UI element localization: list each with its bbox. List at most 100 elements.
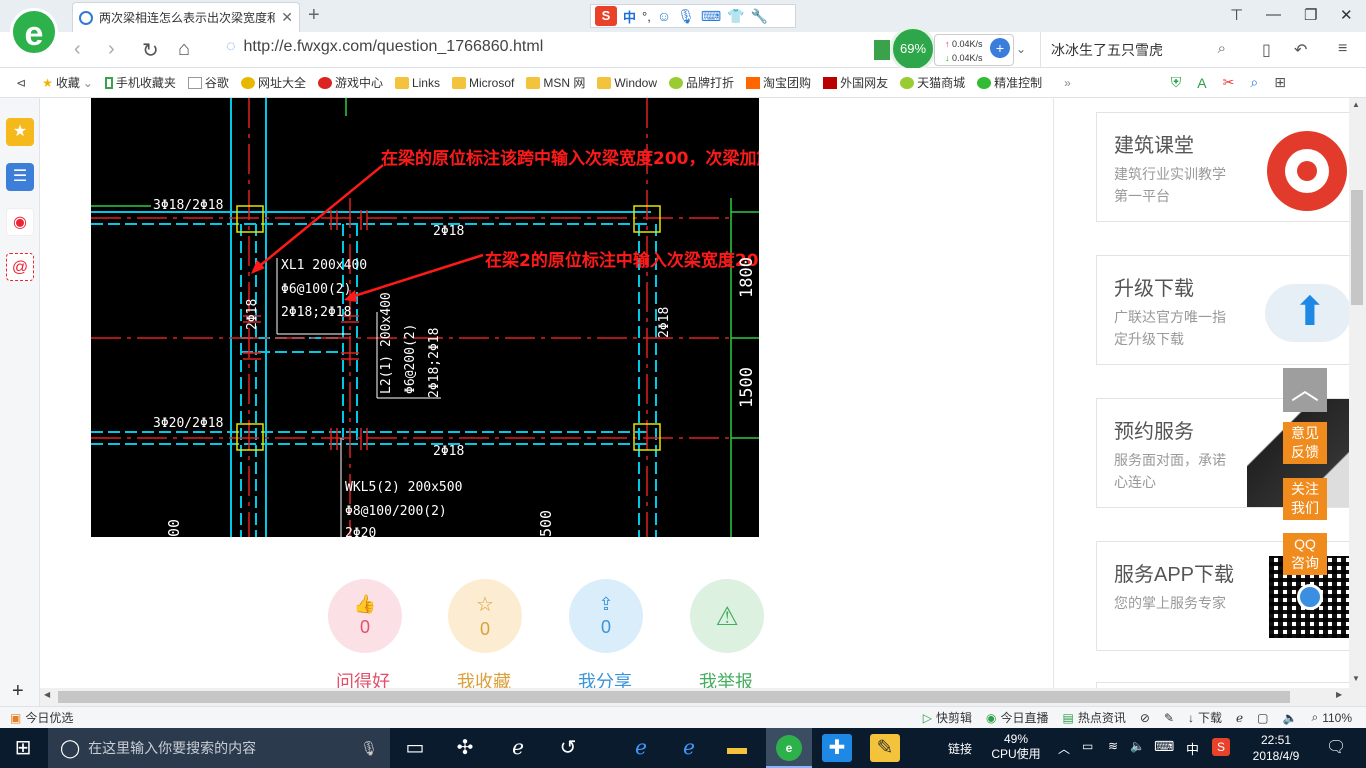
status-item[interactable]: ↓ 下载 [1188, 709, 1222, 726]
active-browser-task[interactable]: e [766, 728, 812, 768]
status-item[interactable]: ▷ 快剪辑 [923, 709, 972, 726]
volume-icon[interactable]: 🔈 [1283, 711, 1298, 725]
back-button[interactable]: ‹ [74, 38, 81, 61]
status-item[interactable]: ◉ 今日直播 [986, 709, 1049, 726]
emoji-icon[interactable]: ☺ [657, 8, 671, 24]
collapse-sidebar-icon[interactable]: ⊲ [16, 76, 26, 90]
wrench-icon[interactable]: 🔧 [751, 8, 768, 25]
pin-icon[interactable]: ⊤ [1230, 6, 1243, 24]
bookmark-item[interactable]: Microsof [451, 76, 514, 90]
favorites-star-icon[interactable]: ★ [6, 118, 34, 146]
links-toolbar[interactable]: 链接 [948, 740, 972, 757]
ie-compat-icon[interactable]: ℯ [1236, 711, 1243, 725]
network-speed-widget[interactable]: 69% ↑ 0.04K/s ↓ 0.04K/s + [890, 26, 1016, 72]
favorite-button[interactable]: ☆ 0 [448, 579, 522, 653]
taskbar-search-input[interactable]: ◯ 在这里输入你要搜索的内容 🎙 [48, 728, 390, 768]
compass-icon[interactable]: ⊘ [1140, 711, 1150, 725]
sogou-tray-icon[interactable]: S [1212, 738, 1230, 756]
vertical-scroll-thumb[interactable] [1351, 190, 1363, 305]
keyboard-icon[interactable]: ⌨ [1154, 738, 1174, 755]
zoom-level[interactable]: ⌕ 110% [1311, 710, 1352, 725]
scroll-left-arrow-icon[interactable]: ◀ [44, 690, 50, 699]
report-button[interactable]: ⚠ [690, 579, 764, 653]
browser-tab[interactable]: 两次梁相连怎么表示出次梁宽度和 ✕ [72, 2, 300, 32]
swirl-app-icon[interactable]: ↺ [553, 734, 583, 762]
shield-icon[interactable]: ⛨ [1171, 74, 1182, 91]
ie-icon[interactable]: ℯ [674, 734, 704, 762]
close-button[interactable]: ✕ [1340, 6, 1353, 24]
windows-start-icon[interactable]: ⊞ [8, 734, 38, 762]
ime-mode[interactable]: 中 [623, 7, 636, 26]
mail-icon[interactable]: @ [6, 253, 34, 281]
speed-percent[interactable]: 69% [890, 26, 936, 72]
notification-icon[interactable]: 🗨 [1326, 737, 1346, 757]
accelerate-plus-icon[interactable]: + [990, 38, 1010, 58]
add-sidebar-icon[interactable]: + [12, 680, 24, 703]
apps-grid-icon[interactable]: ⊞ [1274, 74, 1286, 91]
scroll-up-arrow-icon[interactable]: ▲ [1352, 100, 1360, 109]
bookmark-item[interactable]: 外国网友 [823, 74, 888, 91]
bookmark-item[interactable]: Window [597, 76, 657, 90]
close-tab-icon[interactable]: ✕ [281, 9, 293, 26]
feedback-button[interactable]: 意见反馈 [1283, 422, 1327, 464]
home-button[interactable]: ⌂ [178, 38, 190, 61]
pin-status-icon[interactable]: ✎ [1164, 711, 1174, 725]
bookmark-item[interactable]: 谷歌 [187, 74, 229, 91]
bookmark-favorites[interactable]: ★ 收藏 ⌄ [42, 74, 93, 91]
url-field[interactable]: ◌ http://e.fwxgx.com/question_1766860.ht… [226, 38, 543, 56]
browser-e-icon[interactable]: ℯ [503, 734, 533, 762]
browser-logo-icon[interactable]: e [10, 8, 58, 56]
keyboard-icon[interactable]: ⌨ [701, 8, 721, 25]
bookmark-item[interactable]: MSN 网 [526, 74, 585, 91]
back-to-top-icon[interactable]: ︿ [1283, 368, 1327, 412]
skin-icon[interactable]: 👕 [727, 8, 744, 25]
network-icon[interactable]: ▭ [1082, 739, 1093, 753]
horizontal-scroll-thumb[interactable] [58, 691, 1290, 703]
zoom-search-icon[interactable]: ⌕ [1250, 74, 1258, 91]
bookmark-item[interactable]: 天猫商城 [900, 74, 965, 91]
file-explorer-icon[interactable]: ▬ [722, 734, 752, 762]
translate-icon[interactable]: A [1197, 75, 1206, 91]
scroll-right-arrow-icon[interactable]: ▶ [1336, 690, 1342, 699]
notes-app-icon[interactable]: ✎ [870, 734, 900, 762]
edge-icon[interactable]: ℯ [626, 734, 656, 762]
ime-indicator[interactable]: 中 [1186, 739, 1199, 758]
status-item[interactable]: ▤ 热点资讯 [1063, 709, 1126, 726]
bookmark-item[interactable]: 品牌打折 [669, 74, 734, 91]
fan-app-icon[interactable]: ✣ [450, 734, 480, 762]
search-input[interactable]: 冰冰生了五只雪虎 ⌕ [1040, 32, 1240, 68]
card-building-class[interactable]: 建筑课堂 建筑行业实训教学第一平台 [1096, 112, 1356, 222]
undo-icon[interactable]: ↶ [1294, 40, 1307, 60]
app-blue-icon[interactable]: ✚ [822, 734, 852, 762]
more-bookmarks-icon[interactable]: » [1064, 76, 1071, 90]
ime-toolbar[interactable]: S 中 °, ☺ 🎙 ⌨ 👕 🔧 [590, 4, 796, 28]
wifi-icon[interactable]: ≋ [1108, 739, 1118, 753]
qq-consult-button[interactable]: QQ咨询 [1283, 533, 1327, 575]
task-view-icon[interactable]: ▭ [400, 734, 430, 762]
share-button[interactable]: ⇪ 0 [569, 579, 643, 653]
scissors-icon[interactable]: ✂ [1223, 74, 1235, 91]
search-text[interactable]: 冰冰生了五只雪虎 [1051, 40, 1163, 60]
clock[interactable]: 22:51 2018/4/9 [1248, 732, 1304, 764]
bookmark-item[interactable]: 网址大全 [240, 74, 306, 91]
today-picks[interactable]: ▣ 今日优选 [10, 709, 73, 726]
bookmark-item[interactable]: 精准控制 [977, 74, 1042, 91]
follow-us-button[interactable]: 关注我们 [1283, 478, 1327, 520]
good-question-button[interactable]: 👍 0 [328, 579, 402, 653]
volume-icon[interactable]: 🔈 [1130, 739, 1145, 753]
bookmark-item[interactable]: Links [394, 76, 440, 90]
search-icon[interactable]: ⌕ [1218, 40, 1226, 57]
bookmark-item[interactable]: 手机收藏夹 [104, 74, 176, 91]
bookmark-item[interactable]: 游戏中心 [317, 74, 383, 91]
microphone-icon[interactable]: 🎙 [360, 740, 378, 757]
chevron-down-icon[interactable]: ⌄ [1016, 42, 1026, 56]
reading-list-icon[interactable]: ☰ [6, 163, 34, 191]
scroll-down-arrow-icon[interactable]: ▼ [1352, 674, 1360, 683]
restore-button[interactable]: ❐ [1304, 6, 1317, 24]
bookmark-item[interactable]: 淘宝团购 [746, 74, 811, 91]
minimize-button[interactable]: — [1266, 6, 1281, 23]
forward-button[interactable]: › [108, 38, 115, 61]
weibo-icon[interactable]: ◉ [6, 208, 34, 236]
show-hidden-icon[interactable]: ︿ [1058, 740, 1070, 757]
menu-icon[interactable]: ≡ [1338, 40, 1347, 58]
